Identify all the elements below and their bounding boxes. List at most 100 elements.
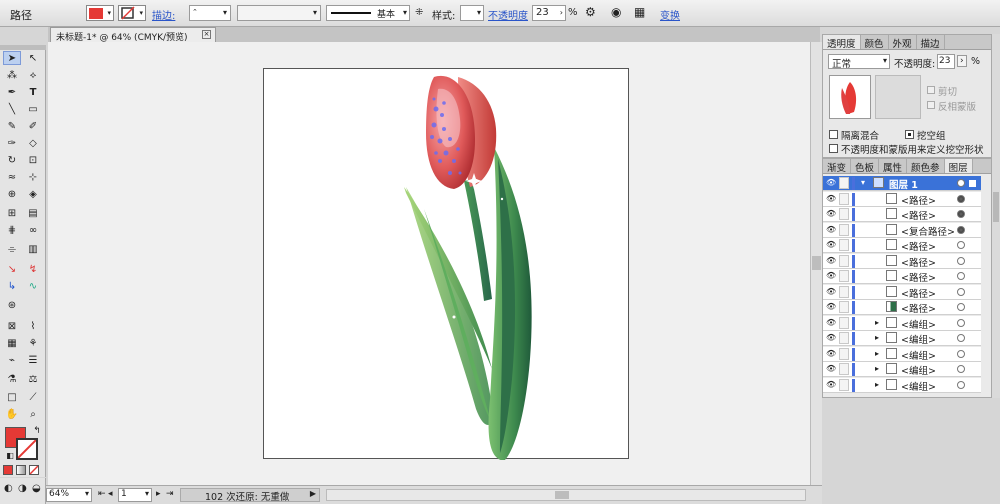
lock-toggle[interactable]: [839, 332, 849, 344]
smooth-tool-icon[interactable]: ↳: [3, 279, 21, 293]
visibility-eye-icon[interactable]: 👁: [826, 179, 836, 187]
knife-tool-icon[interactable]: ⟋: [24, 390, 42, 404]
invert-mask-checkbox[interactable]: [927, 101, 935, 109]
lock-toggle[interactable]: [839, 239, 849, 251]
target-icon[interactable]: [957, 380, 965, 389]
target-icon[interactable]: [957, 349, 965, 358]
none-mode-icon[interactable]: [29, 465, 39, 475]
visibility-eye-icon[interactable]: 👁: [826, 210, 836, 218]
layer-row[interactable]: 👁 ▾ 图层 1: [823, 176, 981, 191]
target-icon[interactable]: [957, 194, 965, 203]
target-icon[interactable]: [957, 210, 965, 218]
first-artboard-icon[interactable]: ⇤: [98, 489, 106, 499]
hand-tool-icon[interactable]: ✋: [3, 407, 21, 421]
target-icon[interactable]: [957, 272, 965, 280]
blob-brush-tool-icon[interactable]: ✑: [3, 136, 21, 150]
lock-toggle[interactable]: [839, 270, 849, 282]
expand-triangle-icon[interactable]: ▸: [875, 380, 879, 389]
eyedropper-tool-icon[interactable]: ⌯: [3, 242, 21, 256]
layer-item-row[interactable]: 👁 <路径>: [823, 284, 981, 300]
type-tool-icon[interactable]: T: [24, 85, 42, 99]
width-tool-icon[interactable]: ↘: [3, 262, 21, 276]
blend-tool-icon[interactable]: ∞: [24, 223, 42, 237]
lock-toggle[interactable]: [839, 208, 849, 220]
layer-item-row[interactable]: 👁 ▸ <编组>: [823, 362, 981, 377]
panel-scrollbar[interactable]: [992, 34, 1000, 398]
shape-options-icon[interactable]: ⁜: [415, 7, 423, 18]
target-icon[interactable]: [957, 365, 965, 373]
tab-transparency[interactable]: 透明度: [823, 35, 861, 50]
layer-item-row[interactable]: 👁 <路径>: [823, 253, 981, 269]
lock-toggle[interactable]: [839, 363, 849, 375]
tab-color[interactable]: 颜色: [861, 35, 889, 50]
collapse-triangle-icon[interactable]: ▾: [861, 178, 865, 187]
align-icon[interactable]: ▦: [634, 5, 645, 19]
artboard[interactable]: [263, 68, 630, 461]
swap-fill-stroke-icon[interactable]: ↰: [28, 424, 46, 438]
visibility-eye-icon[interactable]: 👁: [826, 303, 836, 311]
layer-item-row[interactable]: 👁 ▸ <编组>: [823, 346, 981, 362]
lock-toggle[interactable]: [839, 192, 849, 205]
eyedropper-alt-tool-icon[interactable]: ⚗: [3, 372, 21, 386]
vertical-scrollbar[interactable]: [810, 42, 822, 485]
last-artboard-icon[interactable]: ⇥: [166, 489, 174, 499]
stroke-link[interactable]: 描边:: [152, 7, 175, 22]
stroke-swatch[interactable]: [16, 438, 38, 460]
scale-tool-icon[interactable]: ⊡: [24, 153, 42, 167]
symbol-sprayer-tool-icon[interactable]: ⊛: [3, 298, 21, 312]
perspective-grid-tool-icon[interactable]: ⊞: [3, 206, 21, 220]
isolate-blending-checkbox[interactable]: [829, 130, 838, 139]
lock-toggle[interactable]: [839, 177, 849, 189]
mesh-tool-icon[interactable]: ⋕: [3, 223, 21, 237]
transform-link[interactable]: 变换: [660, 7, 680, 22]
target-icon[interactable]: [957, 303, 965, 311]
scroll-thumb[interactable]: [812, 256, 821, 270]
layer-item-row[interactable]: 👁 ▸ <编组>: [823, 331, 981, 346]
expand-triangle-icon[interactable]: ▸: [875, 333, 879, 342]
layer-item-row[interactable]: 👁 <路径>: [823, 300, 981, 315]
pen-tool-icon[interactable]: ✒: [3, 85, 21, 99]
lock-toggle[interactable]: [839, 316, 849, 329]
visibility-eye-icon[interactable]: 👁: [826, 365, 836, 373]
target-icon[interactable]: [957, 256, 965, 265]
zoom-tool-icon[interactable]: ⌕: [24, 407, 42, 421]
horizontal-scrollbar[interactable]: [326, 489, 806, 501]
layer-item-row[interactable]: 👁 <路径>: [823, 238, 981, 253]
tab-appearance[interactable]: 外观: [889, 35, 917, 50]
live-paint-tool-icon[interactable]: ◈: [24, 187, 42, 201]
visibility-eye-icon[interactable]: 👁: [826, 256, 836, 265]
color-mode-icon[interactable]: [3, 465, 13, 475]
rectangle-tool-icon[interactable]: ▭: [24, 102, 42, 116]
default-colors-icon[interactable]: ◧: [1, 448, 19, 462]
warp-tool-icon[interactable]: ≈: [3, 170, 21, 184]
tulip-artwork[interactable]: [264, 69, 630, 461]
screen-mode-icon[interactable]: ◒: [32, 483, 41, 494]
free-transform-tool-icon[interactable]: ⊹: [24, 170, 42, 184]
stroke-weight-field[interactable]: ⌃ ▾: [189, 5, 231, 21]
gradient-mode-icon[interactable]: [16, 465, 26, 475]
artboard-number-field[interactable]: 1 ▾: [118, 488, 152, 502]
eraser-tool-icon[interactable]: ◇: [24, 136, 42, 150]
expand-triangle-icon[interactable]: ▸: [875, 364, 879, 373]
layer-item-row[interactable]: 👁 <路径>: [823, 269, 981, 284]
lock-toggle[interactable]: [839, 347, 849, 360]
lock-toggle[interactable]: [839, 223, 849, 236]
knockout-group-checkbox[interactable]: [905, 130, 914, 139]
target-icon[interactable]: [957, 318, 965, 327]
visibility-eye-icon[interactable]: 👁: [826, 287, 836, 296]
tab-gradient[interactable]: 渐变: [823, 159, 852, 174]
visibility-eye-icon[interactable]: 👁: [826, 241, 836, 249]
visibility-eye-icon[interactable]: 👁: [826, 380, 836, 389]
line-tool-icon[interactable]: ╲: [3, 102, 21, 116]
tab-color-guide[interactable]: 颜色参: [907, 159, 945, 174]
magic-wand-tool-icon[interactable]: ⁂: [3, 68, 21, 82]
expand-triangle-icon[interactable]: ▸: [875, 349, 879, 358]
status-field[interactable]: 102 次还原: 无重做 ▶: [180, 488, 320, 503]
shape-builder-tool-icon[interactable]: ⊕: [3, 187, 21, 201]
symbol-tool-icon[interactable]: ⚘: [24, 336, 42, 350]
target-icon[interactable]: [957, 287, 965, 296]
layer-item-row[interactable]: 👁 <路径>: [823, 207, 981, 222]
visibility-eye-icon[interactable]: 👁: [826, 225, 836, 234]
path-eraser-tool-icon[interactable]: ∿: [24, 279, 42, 293]
tab-layers[interactable]: 图层: [944, 159, 973, 174]
